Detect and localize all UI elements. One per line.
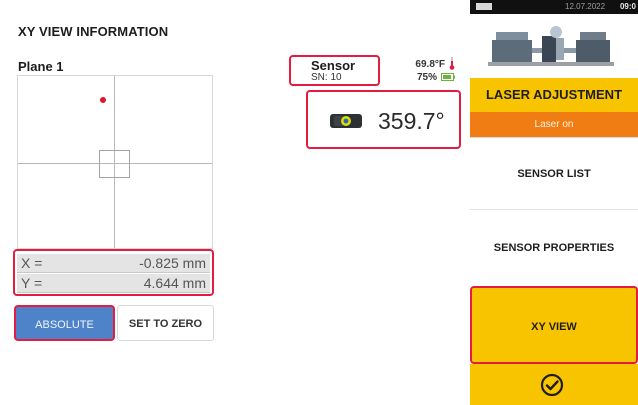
status-bar: 12.07.2022 09:0 bbox=[470, 0, 638, 14]
check-circle-icon bbox=[540, 373, 564, 397]
machine-train-graphic[interactable] bbox=[470, 14, 638, 78]
plane-label: Plane 1 bbox=[18, 59, 64, 74]
laser-adjustment-button[interactable]: LASER ADJUSTMENT bbox=[470, 78, 638, 112]
xy-plot bbox=[17, 75, 213, 249]
sensor-list-button[interactable]: SENSOR LIST bbox=[470, 138, 638, 210]
sensor-battery: 75% bbox=[416, 72, 437, 83]
set-to-zero-button[interactable]: SET TO ZERO bbox=[117, 305, 214, 341]
sensor-properties-button[interactable]: SENSOR PROPERTIES bbox=[470, 210, 638, 286]
mode-segmented-control: ABSOLUTE SET TO ZERO bbox=[14, 305, 214, 341]
x-readout-row: X = -0.825 mm bbox=[17, 254, 210, 273]
xy-readout: X = -0.825 mm Y = 4.644 mm bbox=[13, 249, 214, 296]
target-box bbox=[99, 150, 130, 178]
y-readout-row: Y = 4.644 mm bbox=[17, 274, 210, 293]
sensor-angle-box: 359.7° bbox=[306, 90, 461, 149]
sensor-name: Sensor bbox=[311, 58, 356, 73]
sidebar: 12.07.2022 09:0 LASER ADJUSTMENT Laser o… bbox=[470, 0, 638, 405]
x-value: -0.825 mm bbox=[139, 255, 206, 271]
ok-button[interactable] bbox=[470, 364, 638, 405]
y-value: 4.644 mm bbox=[143, 275, 206, 291]
sensor-serial: SN: 10 bbox=[311, 72, 342, 83]
y-label: Y = bbox=[21, 275, 43, 291]
absolute-button[interactable]: ABSOLUTE bbox=[14, 305, 115, 341]
sensor-icon bbox=[330, 114, 362, 128]
x-label: X = bbox=[21, 255, 43, 271]
battery-icon bbox=[441, 73, 455, 81]
sensor-temperature: 69.8°F bbox=[415, 59, 445, 70]
page-title: XY VIEW INFORMATION bbox=[18, 24, 169, 39]
xy-view-button[interactable]: XY VIEW bbox=[470, 286, 638, 364]
status-date: 12.07.2022 bbox=[565, 2, 606, 11]
status-time: 09:0 bbox=[619, 2, 636, 11]
sensor-label-box[interactable]: Sensor SN: 10 bbox=[289, 55, 380, 86]
laser-status-button[interactable]: Laser on bbox=[470, 112, 638, 138]
machine-train-icon bbox=[488, 26, 614, 66]
thermometer-icon bbox=[449, 57, 455, 70]
laser-point bbox=[100, 97, 106, 103]
signal-icon bbox=[476, 3, 492, 10]
angle-value: 359.7° bbox=[378, 108, 445, 134]
